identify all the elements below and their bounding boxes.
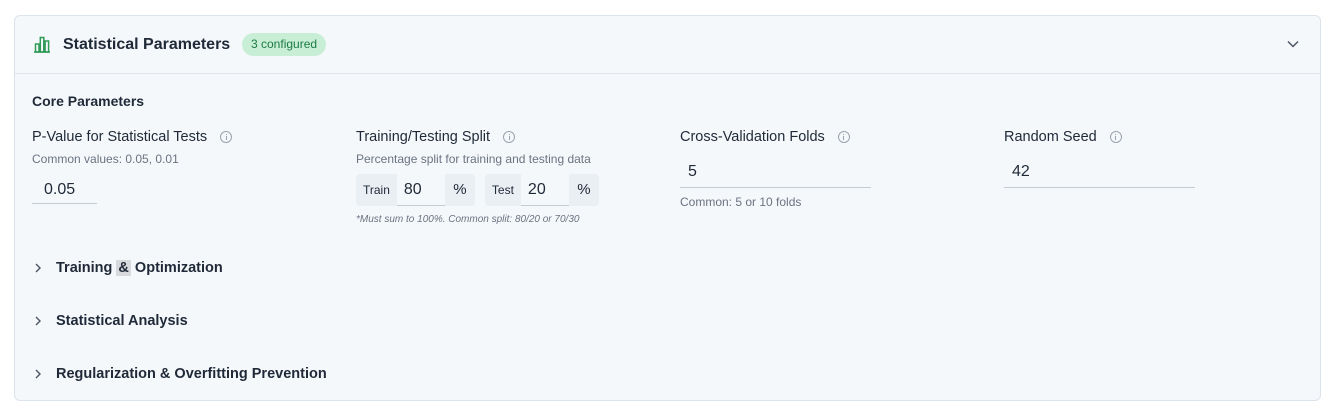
train-prefix: Train (356, 174, 397, 206)
percent-suffix: % (568, 174, 599, 206)
regularization-section[interactable]: Regularization & Overfitting Prevention (33, 363, 327, 385)
statistical-analysis-section[interactable]: Statistical Analysis (33, 310, 188, 332)
chevron-right-icon (35, 263, 41, 273)
split-field-group: Training/Testing Split Percentage split … (356, 128, 656, 225)
pvalue-help: Common values: 0.05, 0.01 (32, 152, 179, 166)
split-note: *Must sum to 100%. Common split: 80/20 o… (356, 214, 580, 225)
split-label: Training/Testing Split (356, 129, 491, 145)
bar-chart-icon (34, 36, 50, 53)
info-icon[interactable] (1109, 131, 1122, 143)
test-split-group: Test % (484, 174, 599, 206)
info-icon[interactable] (837, 131, 850, 143)
train-split-group: Train % (356, 174, 475, 206)
chevron-right-icon (35, 316, 41, 326)
panel-header[interactable]: Statistical Parameters 3 configured (15, 16, 1320, 74)
chevron-right-icon (35, 369, 41, 379)
training-optimization-label: Training & Optimization (56, 260, 223, 276)
cv-folds-input[interactable] (680, 156, 871, 188)
info-icon[interactable] (220, 131, 233, 143)
panel-title: Statistical Parameters (63, 36, 231, 53)
percent-suffix: % (444, 174, 475, 206)
test-percent-input[interactable] (520, 174, 569, 206)
split-help: Percentage split for training and testin… (356, 152, 591, 166)
cv-folds-label: Cross-Validation Folds (680, 129, 825, 145)
test-prefix: Test (484, 174, 521, 206)
random-seed-field-group: Random Seed (1004, 128, 1284, 188)
regularization-label: Regularization & Overfitting Prevention (56, 366, 327, 382)
random-seed-label: Random Seed (1004, 129, 1097, 145)
pvalue-label: P-Value for Statistical Tests (32, 129, 208, 145)
pvalue-input[interactable] (32, 176, 97, 204)
cv-folds-help: Common: 5 or 10 folds (680, 195, 802, 209)
statistical-analysis-label: Statistical Analysis (56, 313, 188, 329)
random-seed-input[interactable] (1004, 156, 1195, 188)
statistical-parameters-panel: Statistical Parameters 3 configured Core… (14, 15, 1321, 401)
pvalue-field-group: P-Value for Statistical Tests Common val… (32, 128, 312, 204)
train-percent-input[interactable] (396, 174, 445, 206)
info-icon[interactable] (503, 131, 516, 143)
core-parameters-heading: Core Parameters (32, 93, 145, 109)
configured-count-badge: 3 configured (242, 33, 327, 56)
chevron-down-icon[interactable] (1286, 39, 1300, 49)
cv-folds-field-group: Cross-Validation Folds Common: 5 or 10 f… (680, 128, 960, 209)
training-optimization-section[interactable]: Training & Optimization (33, 257, 223, 279)
